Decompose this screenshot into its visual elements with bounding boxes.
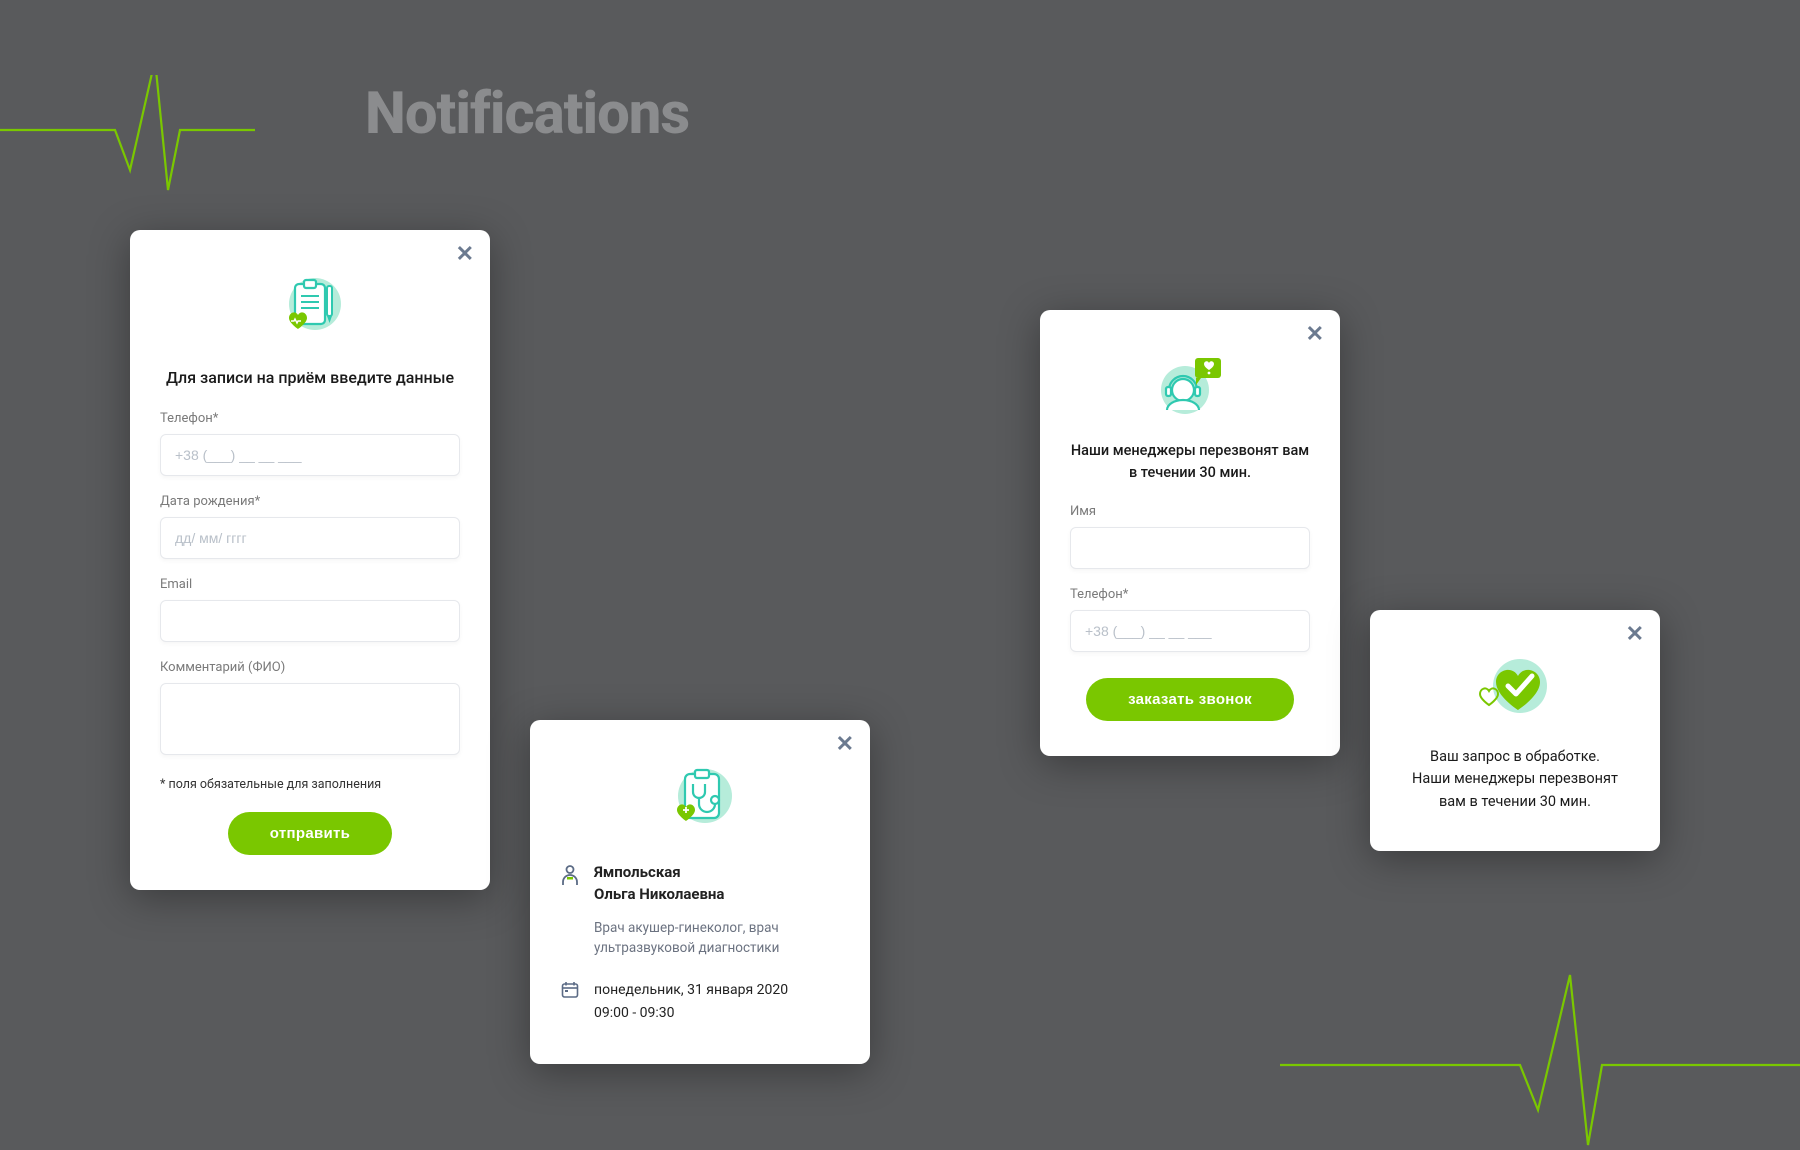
- close-icon[interactable]: ✕: [836, 734, 854, 756]
- submit-button[interactable]: отправить: [228, 812, 392, 855]
- appt-date-line2: 09:00 - 09:30: [594, 1005, 675, 1021]
- comment-label: Комментарий (ФИО): [160, 660, 460, 675]
- appointment-heading: Для записи на приём введите данные: [160, 368, 460, 387]
- doctor-row: Ямпольская Ольга Николаевна Врач акушер-…: [560, 862, 840, 959]
- dob-input[interactable]: [160, 517, 460, 559]
- email-label: Email: [160, 577, 460, 592]
- doctor-surname: Ямпольская: [594, 863, 681, 881]
- ecg-decoration-bottom: [1280, 970, 1800, 1150]
- email-input[interactable]: [160, 600, 460, 642]
- required-hint: * поля обязательные для заполнения: [160, 777, 460, 792]
- success-card: ✕ Ваш запрос в обработке. Наши менеджеры…: [1370, 610, 1660, 851]
- doctor-icon: [560, 862, 580, 886]
- name-label: Имя: [1070, 504, 1310, 519]
- callback-phone-label: Телефон*: [1070, 587, 1310, 602]
- comment-textarea[interactable]: [160, 683, 460, 755]
- dob-label: Дата рождения*: [160, 494, 460, 509]
- clipboard-icon: [160, 270, 460, 348]
- ecg-decoration-top: [0, 75, 255, 205]
- close-icon[interactable]: ✕: [456, 244, 474, 266]
- phone-label: Телефон*: [160, 411, 460, 426]
- success-message: Ваш запрос в обработке. Наши менеджеры п…: [1398, 746, 1632, 813]
- doctor-specialty: Врач акушер-гинеколог, врач ультразвуков…: [594, 918, 840, 960]
- date-row: понедельник, 31 января 2020 09:00 - 09:3…: [560, 979, 840, 1024]
- order-call-button[interactable]: заказать звонок: [1086, 678, 1294, 721]
- appt-date-line1: понедельник, 31 января 2020: [594, 982, 788, 998]
- stethoscope-clipboard-icon: [560, 760, 840, 842]
- doctor-given-name: Ольга Николаевна: [594, 885, 724, 903]
- phone-input[interactable]: [160, 434, 460, 476]
- support-agent-icon: [1070, 350, 1310, 420]
- appointment-form-card: ✕ Для записи на приём введите данные Тел…: [130, 230, 490, 890]
- callback-phone-input[interactable]: [1070, 610, 1310, 652]
- close-icon[interactable]: ✕: [1306, 324, 1324, 346]
- page-title: Notifications: [365, 80, 689, 148]
- callback-form-card: ✕ Наши менеджеры перезвонят вам в течени…: [1040, 310, 1340, 756]
- success-check-icon: [1398, 650, 1632, 726]
- callback-heading: Наши менеджеры перезвонят вам в течении …: [1070, 440, 1310, 484]
- calendar-icon: [560, 979, 580, 999]
- appointment-confirm-card: ✕ Ямпольская Ольга Николаевна В: [530, 720, 870, 1064]
- name-input[interactable]: [1070, 527, 1310, 569]
- close-icon[interactable]: ✕: [1626, 624, 1644, 646]
